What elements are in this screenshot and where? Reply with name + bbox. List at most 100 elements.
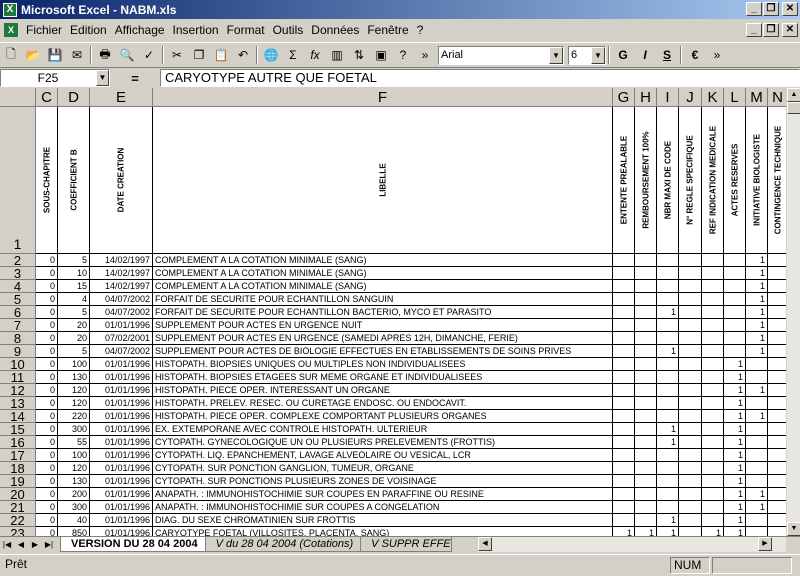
- menu-insertion[interactable]: Insertion: [169, 23, 223, 37]
- chevron-down-icon[interactable]: ▼: [591, 46, 605, 64]
- cell-k[interactable]: [702, 514, 724, 527]
- sheet-tab-suppr[interactable]: V SUPPR EFFET A: [360, 537, 453, 552]
- cell-e[interactable]: 01/01/1996: [90, 436, 153, 449]
- italic-button[interactable]: I: [634, 44, 656, 66]
- cell-e[interactable]: 04/07/2002: [90, 306, 153, 319]
- cell-e[interactable]: 01/01/1996: [90, 384, 153, 397]
- cell-l[interactable]: [724, 280, 746, 293]
- cell-e[interactable]: 01/01/1996: [90, 475, 153, 488]
- menu-format[interactable]: Format: [223, 23, 269, 37]
- column-header-k[interactable]: K: [702, 88, 724, 107]
- cell-m[interactable]: 1: [746, 501, 768, 514]
- cell-j[interactable]: [679, 254, 702, 267]
- cell-i[interactable]: [657, 358, 679, 371]
- cell-h[interactable]: 1: [635, 527, 657, 536]
- cell-h[interactable]: [635, 397, 657, 410]
- cell-i[interactable]: [657, 267, 679, 280]
- copy-icon[interactable]: ❐: [188, 44, 210, 66]
- euro-button[interactable]: €: [684, 44, 706, 66]
- cell-h[interactable]: [635, 436, 657, 449]
- cell-i[interactable]: 1: [657, 423, 679, 436]
- cell-e[interactable]: 01/01/1996: [90, 397, 153, 410]
- cell-f[interactable]: SUPPLEMENT POUR ACTES EN URGENCE (SAMEDI…: [153, 332, 613, 345]
- cell-j[interactable]: [679, 410, 702, 423]
- cell-j[interactable]: [679, 514, 702, 527]
- cell-c[interactable]: 0: [36, 332, 58, 345]
- maximize-button[interactable]: ❐: [763, 2, 779, 16]
- cell-k[interactable]: [702, 254, 724, 267]
- new-file-icon[interactable]: 🗋: [0, 44, 22, 66]
- cell-g[interactable]: [613, 410, 635, 423]
- cell-j[interactable]: [679, 462, 702, 475]
- cell-c[interactable]: 0: [36, 436, 58, 449]
- cell-e[interactable]: 07/02/2001: [90, 332, 153, 345]
- cell-i[interactable]: 1: [657, 514, 679, 527]
- cell-f[interactable]: COMPLEMENT A LA COTATION MINIMALE (SANG): [153, 267, 613, 280]
- toolbar-more-icon[interactable]: »: [414, 44, 436, 66]
- cell-d[interactable]: 220: [58, 410, 90, 423]
- cell-j[interactable]: [679, 475, 702, 488]
- cell-g[interactable]: [613, 501, 635, 514]
- vertical-scrollbar[interactable]: ▲ ▼: [786, 88, 800, 536]
- cell-h[interactable]: [635, 293, 657, 306]
- cell-d[interactable]: 130: [58, 475, 90, 488]
- cell-d[interactable]: 120: [58, 462, 90, 475]
- workbook-icon[interactable]: X: [4, 23, 18, 37]
- cell-h[interactable]: [635, 254, 657, 267]
- cell-i[interactable]: [657, 332, 679, 345]
- cell-g[interactable]: [613, 280, 635, 293]
- scroll-down-icon[interactable]: ▼: [787, 522, 800, 536]
- last-sheet-icon[interactable]: ▶|: [42, 538, 56, 552]
- cell-i[interactable]: 1: [657, 345, 679, 358]
- cell-m[interactable]: [746, 475, 768, 488]
- paste-icon[interactable]: 📋: [210, 44, 232, 66]
- cell-f[interactable]: COMPLEMENT A LA COTATION MINIMALE (SANG): [153, 280, 613, 293]
- cell-c[interactable]: 0: [36, 449, 58, 462]
- cell-h[interactable]: [635, 345, 657, 358]
- cell-k[interactable]: [702, 397, 724, 410]
- cell-m[interactable]: 1: [746, 332, 768, 345]
- row-header-1[interactable]: 1: [0, 107, 36, 254]
- row-header[interactable]: 23: [0, 527, 36, 536]
- cell-j[interactable]: [679, 423, 702, 436]
- cell-k[interactable]: [702, 501, 724, 514]
- close-button[interactable]: ✕: [782, 2, 798, 16]
- cell-c[interactable]: 0: [36, 514, 58, 527]
- cell-n[interactable]: [768, 345, 786, 358]
- cell-g[interactable]: [613, 345, 635, 358]
- cell-n[interactable]: [768, 527, 786, 536]
- cell-k[interactable]: [702, 488, 724, 501]
- print-icon[interactable]: 🖶: [94, 44, 116, 66]
- cell-k[interactable]: [702, 436, 724, 449]
- cell-m[interactable]: 1: [746, 306, 768, 319]
- column-header-e[interactable]: E: [90, 88, 153, 107]
- cell-n[interactable]: [768, 397, 786, 410]
- cell-c[interactable]: 0: [36, 475, 58, 488]
- cell-m[interactable]: [746, 514, 768, 527]
- menu-donnees[interactable]: Données: [307, 23, 363, 37]
- cell-j[interactable]: [679, 306, 702, 319]
- cell-g[interactable]: [613, 306, 635, 319]
- cell-f[interactable]: SUPPLEMENT POUR ACTES EN URGENCE NUIT: [153, 319, 613, 332]
- cell-n[interactable]: [768, 358, 786, 371]
- column-header-j[interactable]: J: [679, 88, 702, 107]
- cell-n[interactable]: [768, 410, 786, 423]
- cell-g[interactable]: [613, 475, 635, 488]
- cell-g[interactable]: [613, 267, 635, 280]
- cell-e[interactable]: 01/01/1996: [90, 462, 153, 475]
- cell-d[interactable]: 4: [58, 293, 90, 306]
- cell-m[interactable]: 1: [746, 345, 768, 358]
- header-cell-e[interactable]: DATE CREATION: [90, 107, 153, 254]
- header-cell-c[interactable]: SOUS-CHAPITRE: [36, 107, 58, 254]
- cell-l[interactable]: 1: [724, 397, 746, 410]
- font-name-select[interactable]: Arial ▼: [438, 45, 564, 65]
- cell-n[interactable]: [768, 501, 786, 514]
- cell-m[interactable]: [746, 397, 768, 410]
- cell-d[interactable]: 300: [58, 501, 90, 514]
- cell-g[interactable]: [613, 254, 635, 267]
- next-sheet-icon[interactable]: ▶: [28, 538, 42, 552]
- cell-i[interactable]: [657, 488, 679, 501]
- cell-f[interactable]: SUPPLEMENT POUR ACTES DE BIOLOGIE EFFECT…: [153, 345, 613, 358]
- cell-i[interactable]: [657, 397, 679, 410]
- cell-m[interactable]: 1: [746, 488, 768, 501]
